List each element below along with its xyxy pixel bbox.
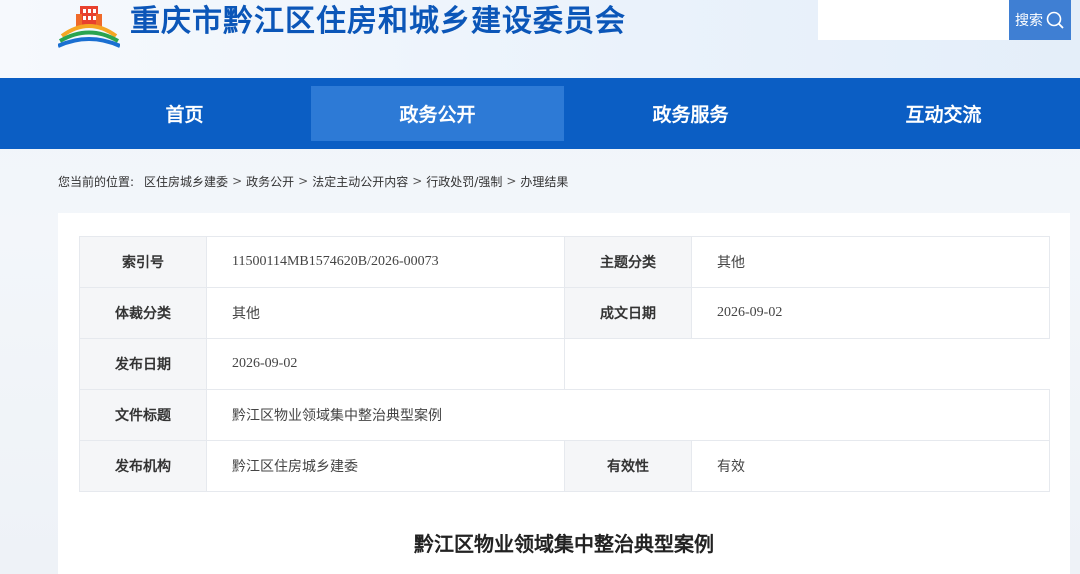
- breadcrumb-separator: >: [298, 174, 309, 188]
- table-row: 体裁分类 其他 成文日期 2026-09-02: [79, 287, 1050, 339]
- search-input[interactable]: [818, 0, 1010, 40]
- breadcrumb-item[interactable]: 区住房城乡建委: [144, 173, 228, 190]
- site-header: 重庆市黔江区住房和城乡建设委员会 搜索: [0, 0, 1080, 78]
- validity-label: 有效性: [564, 440, 692, 492]
- breadcrumb-separator: >: [412, 174, 423, 188]
- article-title: 黔江区物业领域集中整治典型案例: [414, 532, 714, 556]
- written-date-value: 2026-09-02: [691, 287, 1050, 339]
- site-title: 重庆市黔江区住房和城乡建设委员会: [130, 4, 626, 39]
- topic-value: 其他: [691, 236, 1050, 288]
- publish-date-label: 发布日期: [79, 338, 207, 390]
- breadcrumb: 您当前的位置: 区住房城乡建委 > 政务公开 > 法定主动公开内容 > 行政处罚…: [58, 170, 568, 192]
- written-date-label: 成文日期: [564, 287, 692, 339]
- table-row: 索引号 11500114MB1574620B/2026-00073 主题分类 其…: [79, 236, 1050, 288]
- breadcrumb-separator: >: [506, 174, 517, 188]
- site-logo-icon[interactable]: [58, 2, 120, 48]
- breadcrumb-prefix: 您当前的位置:: [58, 174, 135, 189]
- genre-label: 体裁分类: [79, 287, 207, 339]
- breadcrumb-item[interactable]: 法定主动公开内容: [312, 173, 408, 190]
- topic-label: 主题分类: [564, 236, 692, 288]
- table-row: 文件标题 黔江区物业领域集中整治典型案例: [79, 389, 1050, 441]
- table-row: 发布日期 2026-09-02: [79, 338, 1050, 390]
- nav-item-home[interactable]: 首页: [58, 86, 311, 141]
- validity-value: 有效: [691, 440, 1050, 492]
- nav-item-government-affairs[interactable]: 政务公开: [311, 86, 564, 141]
- index-no-label: 索引号: [79, 236, 207, 288]
- breadcrumb-item[interactable]: 政务公开: [246, 173, 294, 190]
- search-button[interactable]: 搜索: [1009, 0, 1071, 40]
- document-metadata-table: 索引号 11500114MB1574620B/2026-00073 主题分类 其…: [79, 236, 1050, 492]
- issuer-value: 黔江区住房城乡建委: [206, 440, 565, 492]
- breadcrumb-item[interactable]: 行政处罚/强制: [426, 173, 502, 190]
- empty-cell: [564, 338, 1050, 390]
- doc-title-label: 文件标题: [79, 389, 207, 441]
- issuer-label: 发布机构: [79, 440, 207, 492]
- content-card: 索引号 11500114MB1574620B/2026-00073 主题分类 其…: [58, 213, 1070, 574]
- table-row: 发布机构 黔江区住房城乡建委 有效性 有效: [79, 440, 1050, 492]
- genre-value: 其他: [206, 287, 565, 339]
- nav-item-interaction[interactable]: 互动交流: [817, 86, 1070, 141]
- search-button-label: 搜索: [1015, 13, 1043, 29]
- publish-date-value: 2026-09-02: [206, 338, 565, 390]
- nav-item-government-services[interactable]: 政务服务: [564, 86, 817, 141]
- main-nav: 首页 政务公开 政务服务 互动交流: [0, 78, 1080, 149]
- index-no-value: 11500114MB1574620B/2026-00073: [206, 236, 565, 288]
- breadcrumb-separator: >: [232, 174, 243, 188]
- doc-title-value: 黔江区物业领域集中整治典型案例: [206, 389, 1050, 441]
- search-icon: [1046, 11, 1064, 29]
- breadcrumb-item[interactable]: 办理结果: [520, 173, 568, 190]
